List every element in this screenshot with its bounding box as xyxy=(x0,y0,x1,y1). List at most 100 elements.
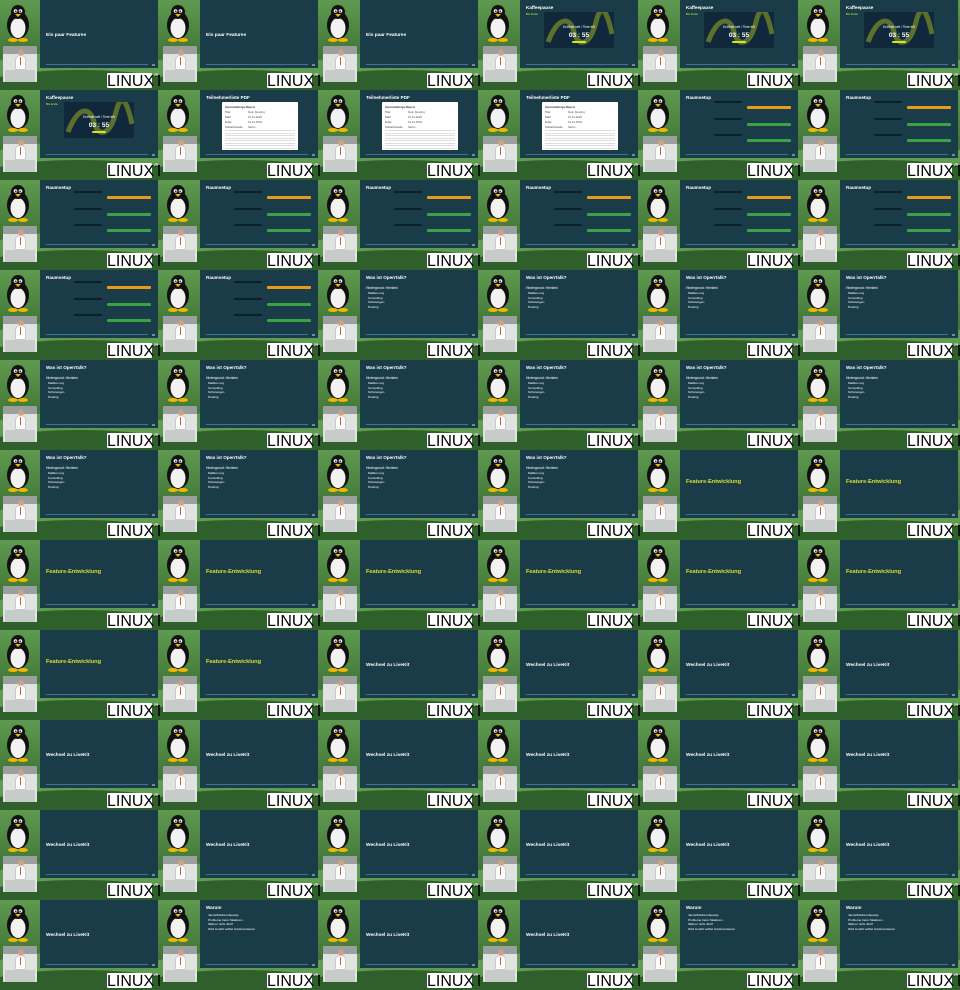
frame-thumbnail[interactable]: Was ist OpenTalk? Hintergrund: Heinlein Ma… xyxy=(320,360,480,450)
frame-thumbnail[interactable]: Was ist OpenTalk? Hintergrund: Heinlein Ma… xyxy=(320,270,480,360)
frame-thumbnail[interactable]: Teilnehmerliste PDF Veranstaltungs-Report… xyxy=(160,90,320,180)
frame-thumbnail[interactable]: Wechsel zu LiveKit LINUXTAGE25 xyxy=(480,900,640,990)
frame-thumbnail[interactable]: Warum Janus/Media Gateway Probleme beim Sk… xyxy=(800,900,960,990)
frame-thumbnail[interactable]: Was ist OpenTalk? Hintergrund: Heinlein Ma… xyxy=(640,360,800,450)
presentation-slide: Wechsel zu LiveKit xyxy=(40,720,158,788)
frame-thumbnail[interactable]: Raumsetup LINUXTAGE25 xyxy=(160,270,320,360)
form-field-bar[interactable] xyxy=(267,196,311,199)
frame-thumbnail[interactable]: Kaffeepause Bis Ende Eröffnet seit / Time … xyxy=(0,90,160,180)
frame-thumbnail[interactable]: Was ist OpenTalk? Hintergrund: Heinlein Ma… xyxy=(160,360,320,450)
frame-thumbnail[interactable]: Wechsel zu LiveKit LINUXTAGE25 xyxy=(800,630,960,720)
form-field-bar[interactable] xyxy=(907,106,951,109)
form-field-bar[interactable] xyxy=(747,213,791,216)
frame-thumbnail[interactable]: Warum Janus/Media Gateway Probleme beim Sk… xyxy=(640,900,800,990)
frame-thumbnail[interactable]: Ein paar Features LINUXTAGE25 xyxy=(160,0,320,90)
frame-thumbnail[interactable]: Feature-Entwicklung LINUXTAGE25 xyxy=(480,540,640,630)
form-field-bar[interactable] xyxy=(907,196,951,199)
form-field-bar[interactable] xyxy=(427,196,471,199)
form-field-bar[interactable] xyxy=(907,139,951,142)
form-field-bar[interactable] xyxy=(747,229,791,232)
form-field-bar[interactable] xyxy=(267,319,311,322)
form-field-bar[interactable] xyxy=(267,303,311,306)
frame-thumbnail[interactable]: Feature-Entwicklung LINUXTAGE25 xyxy=(640,450,800,540)
speaker-camera xyxy=(483,856,517,892)
frame-thumbnail[interactable]: Raumsetup LINUXTAGE25 xyxy=(640,90,800,180)
form-field-bar[interactable] xyxy=(107,303,151,306)
frame-thumbnail[interactable]: Raumsetup LINUXTAGE25 xyxy=(0,270,160,360)
frame-thumbnail[interactable]: Wechsel zu LiveKit LINUXTAGE25 xyxy=(480,720,640,810)
form-field-bar[interactable] xyxy=(267,286,311,289)
frame-thumbnail[interactable]: Wechsel zu LiveKit LINUXTAGE25 xyxy=(640,810,800,900)
frame-thumbnail[interactable]: Raumsetup LINUXTAGE25 xyxy=(0,180,160,270)
frame-thumbnail[interactable]: Wechsel zu LiveKit LINUXTAGE25 xyxy=(640,720,800,810)
frame-thumbnail[interactable]: Feature-Entwicklung LINUXTAGE25 xyxy=(0,630,160,720)
frame-thumbnail[interactable]: Wechsel zu LiveKit LINUXTAGE25 xyxy=(0,810,160,900)
frame-thumbnail[interactable]: Warum Janus/Media Gateway Probleme beim Sk… xyxy=(160,900,320,990)
frame-thumbnail[interactable]: Feature-Entwicklung LINUXTAGE25 xyxy=(640,540,800,630)
frame-thumbnail[interactable]: Feature-Entwicklung LINUXTAGE25 xyxy=(320,540,480,630)
frame-thumbnail[interactable]: Raumsetup LINUXTAGE25 xyxy=(640,180,800,270)
frame-thumbnail[interactable]: Was ist OpenTalk? Hintergrund: Heinlein Ma… xyxy=(480,360,640,450)
form-field-bar[interactable] xyxy=(907,123,951,126)
frame-thumbnail[interactable]: Feature-Entwicklung LINUXTAGE25 xyxy=(160,540,320,630)
frame-thumbnail[interactable]: Wechsel zu LiveKit LINUXTAGE25 xyxy=(320,900,480,990)
form-field-bar[interactable] xyxy=(747,106,791,109)
frame-thumbnail[interactable]: Kaffeepause Bis Ende Eröffnet seit / Time … xyxy=(480,0,640,90)
frame-thumbnail[interactable]: Was ist OpenTalk? Hintergrund: Heinlein Ma… xyxy=(0,450,160,540)
frame-thumbnail[interactable]: Was ist OpenTalk? Hintergrund: Heinlein Ma… xyxy=(320,450,480,540)
frame-thumbnail[interactable]: Wechsel zu LiveKit LINUXTAGE25 xyxy=(480,630,640,720)
form-field-bar[interactable] xyxy=(267,213,311,216)
frame-thumbnail[interactable]: Was ist OpenTalk? Hintergrund: Heinlein Ma… xyxy=(160,450,320,540)
form-field-bar[interactable] xyxy=(747,196,791,199)
frame-thumbnail[interactable]: Wechsel zu LiveKit LINUXTAGE25 xyxy=(640,630,800,720)
frame-thumbnail[interactable]: Wechsel zu LiveKit LINUXTAGE25 xyxy=(480,810,640,900)
form-field-bar[interactable] xyxy=(107,319,151,322)
form-field-bar[interactable] xyxy=(747,139,791,142)
frame-thumbnail[interactable]: Ein paar Features LINUXTAGE25 xyxy=(0,0,160,90)
frame-thumbnail[interactable]: Feature-Entwicklung LINUXTAGE25 xyxy=(800,540,960,630)
form-field-bar[interactable] xyxy=(267,229,311,232)
frame-thumbnail[interactable]: Wechsel zu LiveKit LINUXTAGE25 xyxy=(160,810,320,900)
frame-thumbnail[interactable]: Ein paar Features LINUXTAGE25 xyxy=(320,0,480,90)
frame-thumbnail[interactable]: Wechsel zu LiveKit LINUXTAGE25 xyxy=(320,630,480,720)
frame-thumbnail[interactable]: Was ist OpenTalk? Hintergrund: Heinlein Ma… xyxy=(800,270,960,360)
frame-thumbnail[interactable]: Feature-Entwicklung LINUXTAGE25 xyxy=(0,540,160,630)
frame-thumbnail[interactable]: Raumsetup LINUXTAGE25 xyxy=(320,180,480,270)
form-field-bar[interactable] xyxy=(747,123,791,126)
form-field-bar[interactable] xyxy=(107,286,151,289)
form-field-bar[interactable] xyxy=(907,229,951,232)
form-field-bar[interactable] xyxy=(427,229,471,232)
frame-thumbnail[interactable]: Was ist OpenTalk? Hintergrund: Heinlein Ma… xyxy=(640,270,800,360)
form-field-bar[interactable] xyxy=(587,196,631,199)
frame-thumbnail[interactable]: Feature-Entwicklung LINUXTAGE25 xyxy=(160,630,320,720)
frame-thumbnail[interactable]: Teilnehmerliste PDF Veranstaltungs-Report… xyxy=(480,90,640,180)
frame-thumbnail[interactable]: Wechsel zu LiveKit LINUXTAGE25 xyxy=(800,720,960,810)
frame-thumbnail[interactable]: Was ist OpenTalk? Hintergrund: Heinlein Ma… xyxy=(0,360,160,450)
frame-thumbnail[interactable]: Wechsel zu LiveKit LINUXTAGE25 xyxy=(0,720,160,810)
frame-thumbnail[interactable]: Kaffeepause Bis Ende Eröffnet seit / Time … xyxy=(640,0,800,90)
form-field-bar[interactable] xyxy=(107,229,151,232)
frame-thumbnail[interactable]: Raumsetup LINUXTAGE25 xyxy=(800,90,960,180)
form-field-bar[interactable] xyxy=(587,229,631,232)
form-field-bar[interactable] xyxy=(427,213,471,216)
frame-thumbnail[interactable]: Was ist OpenTalk? Hintergrund: Heinlein Ma… xyxy=(800,360,960,450)
form-field-bar[interactable] xyxy=(107,213,151,216)
frame-thumbnail[interactable]: Raumsetup LINUXTAGE25 xyxy=(480,180,640,270)
frame-thumbnail[interactable]: Wechsel zu LiveKit LINUXTAGE25 xyxy=(0,900,160,990)
frame-thumbnail[interactable]: Was ist OpenTalk? Hintergrund: Heinlein Ma… xyxy=(480,450,640,540)
frame-thumbnail[interactable]: Kaffeepause Bis Ende Eröffnet seit / Time … xyxy=(800,0,960,90)
frame-thumbnail[interactable]: Raumsetup LINUXTAGE25 xyxy=(800,180,960,270)
frame-thumbnail[interactable]: Feature-Entwicklung LINUXTAGE25 xyxy=(800,450,960,540)
form-field-bar[interactable] xyxy=(587,213,631,216)
form-field-bar[interactable] xyxy=(107,196,151,199)
frame-thumbnail[interactable]: Wechsel zu LiveKit LINUXTAGE25 xyxy=(320,810,480,900)
frame-thumbnail[interactable]: Wechsel zu LiveKit LINUXTAGE25 xyxy=(320,720,480,810)
speaker-camera xyxy=(483,316,517,352)
presentation-slide: Feature-Entwicklung xyxy=(40,540,158,608)
frame-thumbnail[interactable]: Wechsel zu LiveKit LINUXTAGE25 xyxy=(800,810,960,900)
frame-thumbnail[interactable]: Was ist OpenTalk? Hintergrund: Heinlein Ma… xyxy=(480,270,640,360)
frame-thumbnail[interactable]: Raumsetup LINUXTAGE25 xyxy=(160,180,320,270)
frame-thumbnail[interactable]: Wechsel zu LiveKit LINUXTAGE25 xyxy=(160,720,320,810)
frame-thumbnail[interactable]: Teilnehmerliste PDF Veranstaltungs-Report… xyxy=(320,90,480,180)
form-field-bar[interactable] xyxy=(907,213,951,216)
